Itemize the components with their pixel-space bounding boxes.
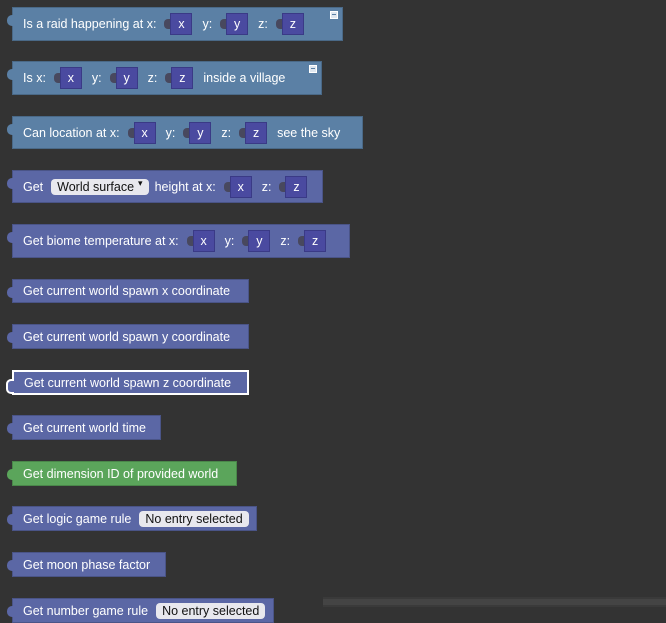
z-coordinate-input[interactable]: z bbox=[304, 230, 327, 252]
dimension-id-block[interactable]: Get dimension ID of provided world bbox=[7, 461, 237, 486]
block-label: inside a village bbox=[203, 71, 286, 85]
block-label: z: bbox=[258, 17, 268, 31]
dropdown-value: World surface bbox=[57, 179, 135, 194]
x-coordinate-input[interactable]: x bbox=[192, 230, 215, 252]
moon-phase-block[interactable]: Get moon phase factor bbox=[7, 552, 166, 577]
spawn-y-block[interactable]: Get current world spawn y coordinate bbox=[7, 324, 249, 349]
spawn-x-block[interactable]: Get current world spawn x coordinate bbox=[7, 279, 249, 303]
y-coordinate-input[interactable]: y bbox=[226, 13, 249, 35]
block-label: z: bbox=[261, 179, 272, 194]
value-input-slot[interactable]: x bbox=[164, 13, 193, 35]
value-input-slot[interactable]: y bbox=[220, 13, 249, 35]
block-label: y: bbox=[165, 125, 176, 140]
value-input-slot[interactable]: y bbox=[242, 230, 271, 252]
biome-temperature-block[interactable]: Get biome temperature at x: x y: y z: z bbox=[7, 224, 350, 258]
value-input-slot[interactable]: z bbox=[239, 121, 268, 144]
value-input-slot[interactable]: y bbox=[183, 121, 212, 144]
z-coordinate-input[interactable]: z bbox=[171, 67, 194, 89]
block-label: Is x: bbox=[23, 71, 46, 85]
value-input-slot[interactable]: x bbox=[223, 175, 252, 198]
block-label: y: bbox=[91, 71, 102, 85]
mutator-icon[interactable] bbox=[330, 11, 338, 19]
value-input-slot[interactable]: z bbox=[298, 230, 327, 252]
number-game-rule-block[interactable]: Get number game rule No entry selected bbox=[7, 598, 274, 623]
block-label: Get current world spawn y coordinate bbox=[23, 329, 231, 344]
x-coordinate-input[interactable]: x bbox=[133, 121, 156, 144]
logic-game-rule-block[interactable]: Get logic game rule No entry selected bbox=[7, 506, 257, 531]
world-time-block[interactable]: Get current world time bbox=[7, 415, 161, 440]
value-input-slot[interactable]: z bbox=[279, 175, 308, 198]
block-label: height at x: bbox=[154, 179, 216, 194]
block-label: Is a raid happening at x: bbox=[23, 17, 157, 31]
y-coordinate-input[interactable]: y bbox=[115, 67, 138, 89]
z-coordinate-input[interactable]: z bbox=[285, 175, 308, 198]
x-coordinate-input[interactable]: x bbox=[229, 175, 252, 198]
field-dropdown[interactable]: No entry selected bbox=[156, 602, 266, 619]
block-label: Can location at x: bbox=[23, 125, 120, 140]
block-label: Get dimension ID of provided world bbox=[23, 466, 219, 481]
spawn-z-block[interactable]: Get current world spawn z coordinate bbox=[6, 370, 249, 395]
block-label: Get biome temperature at x: bbox=[23, 234, 179, 248]
block-label: y: bbox=[224, 234, 235, 248]
value-input-slot[interactable]: z bbox=[165, 67, 194, 89]
sky-check-block[interactable]: Can location at x: x y: y z: z see the sky bbox=[7, 116, 363, 149]
block-flyout: Is a raid happening at x: x y: y z: z Is x: x y… bbox=[0, 0, 666, 623]
y-coordinate-input[interactable]: y bbox=[248, 230, 271, 252]
value-input-slot[interactable]: x bbox=[186, 230, 215, 252]
scrollbar-thumb[interactable] bbox=[323, 599, 666, 605]
surface-height-block[interactable]: Get World surface ▾ height at x: x z: z bbox=[7, 170, 323, 203]
value-input-slot[interactable]: x bbox=[53, 67, 82, 89]
block-label: Get current world time bbox=[23, 420, 146, 435]
chevron-down-icon: ▾ bbox=[138, 178, 143, 188]
block-label: Get current world spawn x coordinate bbox=[23, 284, 231, 298]
value-input-slot[interactable]: y bbox=[109, 67, 138, 89]
z-coordinate-input[interactable]: z bbox=[281, 13, 304, 35]
value-input-slot[interactable]: z bbox=[275, 13, 304, 35]
block-label: z: bbox=[147, 71, 158, 85]
x-coordinate-input[interactable]: x bbox=[59, 67, 82, 89]
z-coordinate-input[interactable]: z bbox=[245, 121, 268, 144]
block-label: Get bbox=[23, 179, 44, 194]
block-label: see the sky bbox=[277, 125, 341, 140]
block-label: Get moon phase factor bbox=[23, 557, 151, 572]
field-dropdown[interactable]: No entry selected bbox=[139, 510, 249, 527]
value-input-slot[interactable]: x bbox=[127, 121, 156, 144]
dropdown-value: No entry selected bbox=[145, 511, 243, 526]
y-coordinate-input[interactable]: y bbox=[189, 121, 212, 144]
block-label: Get logic game rule bbox=[23, 511, 132, 526]
block-label: z: bbox=[280, 234, 291, 248]
field-dropdown[interactable]: World surface ▾ bbox=[51, 178, 149, 195]
block-label: z: bbox=[221, 125, 232, 140]
block-label: y: bbox=[202, 17, 213, 31]
raid-check-block[interactable]: Is a raid happening at x: x y: y z: z bbox=[7, 7, 343, 41]
horizontal-scrollbar[interactable] bbox=[323, 597, 666, 607]
x-coordinate-input[interactable]: x bbox=[170, 13, 193, 35]
mutator-icon[interactable] bbox=[309, 65, 317, 73]
dropdown-value: No entry selected bbox=[162, 603, 260, 618]
block-label: Get current world spawn z coordinate bbox=[24, 375, 232, 390]
block-label: Get number game rule bbox=[23, 603, 149, 618]
village-check-block[interactable]: Is x: x y: y z: z inside a village bbox=[7, 61, 322, 95]
